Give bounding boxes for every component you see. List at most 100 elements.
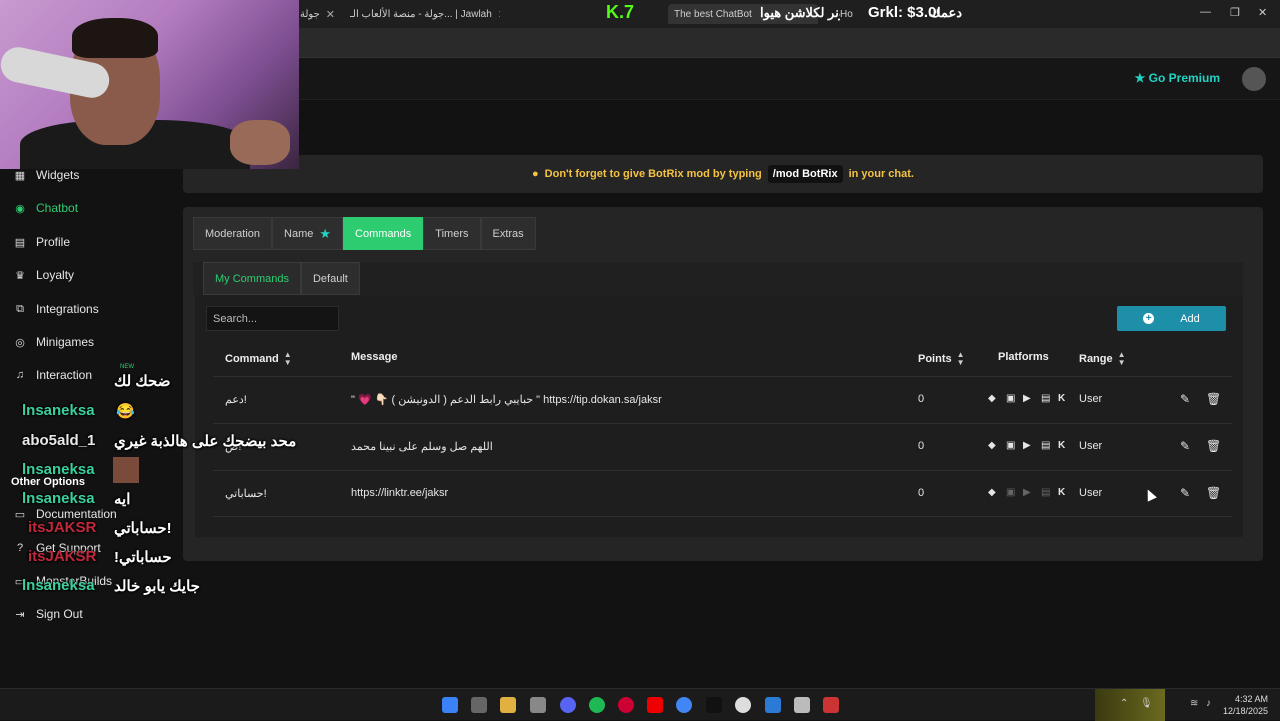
app-icon[interactable] [618, 697, 634, 713]
youtube-icon: ▶ [1023, 393, 1031, 404]
system-clock[interactable]: 4:32 AM 12/18/2025 [1223, 693, 1268, 717]
chatgpt-icon[interactable] [735, 697, 751, 713]
delete-icon[interactable]: 🗑 [1206, 486, 1221, 500]
sidebar-item-integrations[interactable]: ⧉ Integrations [14, 302, 99, 316]
app-icon[interactable] [823, 697, 839, 713]
chat-username: abo5ald_1 [22, 432, 96, 449]
twitch-icon: ▣ [1006, 487, 1016, 498]
edit-icon[interactable]: ✎ [1180, 486, 1190, 500]
remote-icon[interactable] [765, 697, 781, 713]
tab-my-commands[interactable]: My Commands [203, 262, 301, 295]
kick-platform-icon: ◆ [988, 487, 996, 498]
microphone-icon[interactable]: 🎙 [1140, 698, 1153, 709]
close-icon[interactable]: ✕ [326, 8, 335, 21]
sidebar-item-minigames[interactable]: ◎ Minigames [14, 335, 94, 349]
sidebar-item-label: Integrations [36, 302, 99, 316]
range-cell: User [1079, 393, 1103, 405]
edit-icon[interactable]: ✎ [1180, 392, 1190, 406]
store-icon[interactable] [471, 697, 487, 713]
clock-date: 12/18/2025 [1222, 706, 1268, 716]
sidebar-item-label: Widgets [36, 168, 80, 182]
sidebar-item-chatbot[interactable]: ◉ Chatbot [14, 201, 78, 215]
delete-icon[interactable]: 🗑 [1206, 439, 1221, 453]
chat-username: itsJAKSR [28, 548, 97, 565]
sort-icon: ▲ ▼ [1117, 350, 1126, 367]
integrations-icon: ⧉ [16, 302, 24, 315]
sidebar-item-label: Chatbot [36, 201, 79, 215]
sidebar-item-loyalty[interactable]: ♛ Loyalty [14, 268, 74, 282]
message-cell: اللهم صل وسلم على نبينا محمد [351, 441, 493, 453]
tray-chevron-icon[interactable]: ⌃ [1120, 698, 1128, 709]
spotify-icon[interactable] [589, 697, 605, 713]
overlay-banner-text: الاونر لكلاشن هيوا [760, 5, 840, 20]
tab-commands[interactable]: Commands [343, 217, 424, 250]
help-icon: ? [16, 542, 24, 554]
tab-default[interactable]: Default [300, 262, 360, 295]
music-icon: ♫ [15, 369, 25, 381]
header-range[interactable]: Range ▲ ▼ [1079, 351, 1126, 367]
table-row: حساباتي! https://linktr.ee/jaksr 0 ◆ ▣ ▶… [213, 470, 1232, 517]
overlay-banner: الاونر لكلاشن هيوا [760, 3, 840, 23]
chat-message: محد بيضحك على هالذبة غيري [114, 433, 297, 450]
minimize-icon[interactable]: — [1200, 6, 1211, 18]
document-icon: ▭ [14, 508, 26, 521]
settings-icon[interactable] [530, 697, 546, 713]
youtube-icon: ▶ [1023, 440, 1031, 451]
kick-icon: K [1058, 440, 1066, 451]
app-icon[interactable] [794, 697, 810, 713]
message-cell: https://linktr.ee/jaksr [351, 487, 449, 499]
sidebar-item-sign-out[interactable]: ⇥ Sign Out [14, 607, 82, 621]
command-cell: حساباتي! [225, 488, 267, 500]
close-icon[interactable]: ✕ [498, 8, 500, 21]
delete-icon[interactable]: 🗑 [1206, 392, 1221, 406]
header-label: Platforms [998, 351, 1049, 363]
tab-label: Ho [840, 8, 853, 20]
star-icon: ★ [319, 225, 332, 241]
tiktok-icon[interactable] [706, 697, 722, 713]
tab-label: My Commands [215, 272, 289, 285]
notice-suffix: in your chat. [848, 168, 914, 180]
go-premium-button[interactable]: ★ Go Premium [1135, 71, 1220, 85]
avatar[interactable] [1242, 67, 1266, 91]
sidebar-item-widgets[interactable]: ▦ Widgets [14, 168, 80, 182]
discord-app-icon[interactable] [560, 697, 576, 713]
go-premium-label: Go Premium [1148, 71, 1220, 85]
points-cell: 0 [918, 487, 925, 499]
add-label: Add [1180, 312, 1200, 325]
youtube-app-icon[interactable] [647, 697, 663, 713]
android-icon: ◉ [15, 202, 25, 215]
windows-start-icon[interactable] [442, 697, 458, 713]
volume-icon[interactable]: ♪ [1206, 698, 1211, 709]
restore-icon[interactable]: ❐ [1230, 6, 1240, 19]
browser-tab[interactable]: Ho [840, 4, 860, 24]
tab-timers[interactable]: Timers [423, 217, 481, 250]
add-command-button[interactable]: + Add [1117, 306, 1226, 331]
browser-tab[interactable]: جولة - منصة الألعاب الـ... | Jawlah ✕ [350, 4, 500, 24]
tab-moderation[interactable]: Moderation [193, 217, 273, 250]
chat-message: 😂 [116, 403, 135, 420]
browser-tab[interactable]: جولة ✕ [300, 4, 340, 24]
points-cell: 0 [918, 440, 925, 452]
youtube-icon: ▶ [1023, 487, 1031, 498]
sort-icon: ▲ ▼ [956, 350, 965, 367]
chat-username: lnsaneksa [22, 402, 95, 419]
tab-extras[interactable]: Extras [480, 217, 536, 250]
sidebar-item-label: Profile [36, 235, 71, 249]
clock-time: 4:32 AM [1234, 694, 1268, 704]
sidebar-item-interaction[interactable]: ♫ Interaction NEW [14, 364, 134, 382]
wifi-icon[interactable]: ≋ [1190, 698, 1198, 709]
close-window-icon[interactable]: ✕ [1258, 6, 1267, 19]
folder-icon[interactable] [500, 697, 516, 713]
mod-notice: ● Don't forget to give BotRix mod by typ… [183, 155, 1263, 193]
chrome-icon[interactable] [676, 697, 692, 713]
chat-message: جايك يابو خالد [114, 578, 200, 595]
header-points[interactable]: Points ▲ ▼ [918, 351, 965, 367]
header-command[interactable]: Command ▲ ▼ [225, 351, 292, 367]
search-input[interactable] [206, 306, 339, 331]
edit-icon[interactable]: ✎ [1180, 439, 1190, 453]
kick-overlay-text: K.7 [606, 2, 635, 22]
sidebar-item-profile[interactable]: ▤ Profile [14, 235, 70, 249]
sign-out-icon: ⇥ [15, 608, 25, 621]
donation-label: دعمك [930, 3, 970, 23]
tab-name[interactable]: Name ★ [272, 217, 344, 250]
